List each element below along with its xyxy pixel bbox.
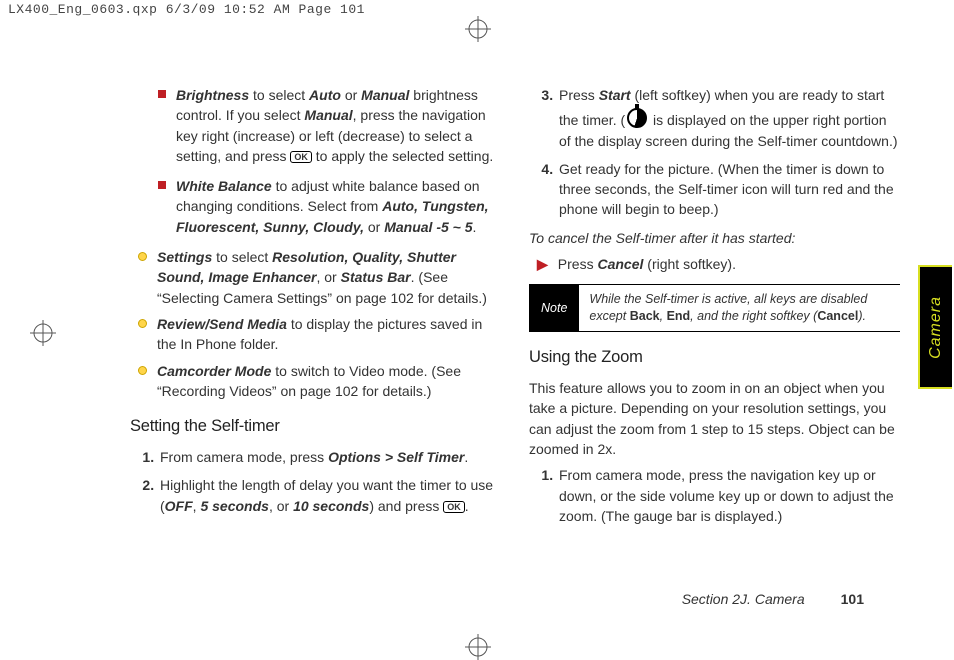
footer-section: Section 2J. Camera [682,591,805,607]
step-4: Get ready for the picture. (When the tim… [557,159,900,220]
term: White Balance [176,178,272,194]
text: . [464,449,468,465]
term: OFF [165,498,193,514]
zoom-paragraph: This feature allows you to zoom in on an… [529,378,900,459]
sub-bullet-brightness: Brightness to select Auto or Manual brig… [130,85,501,166]
ok-key-icon: OK [443,501,465,513]
crop-mark-left-icon [30,320,56,346]
right-column: Press Start (left softkey) when you are … [529,85,900,534]
crop-mark-top-icon [465,16,491,42]
term: Status Bar [341,269,411,285]
zoom-step-1: From camera mode, press the navigation k… [557,465,900,526]
side-tab-label: Camera [927,296,945,359]
left-column: Brightness to select Auto or Manual brig… [130,85,501,534]
bullet-settings: Settings to select Resolution, Quality, … [130,247,501,308]
page-footer: Section 2J. Camera 101 [682,591,864,607]
footer-page-number: 101 [841,591,864,607]
term: Options > Self Timer [328,449,464,465]
text: , and the right softkey ( [690,309,817,323]
note-text: While the Self-timer is active, all keys… [579,284,900,332]
term: Auto [309,87,341,103]
note-box: Note While the Self-timer is active, all… [529,284,900,332]
term: Camcorder Mode [157,363,271,379]
text: or [364,219,384,235]
term: Settings [157,249,212,265]
text: , or [316,269,340,285]
key: Back [630,309,660,323]
step-2: Highlight the length of delay you want t… [158,475,501,516]
zoom-steps: From camera mode, press the navigation k… [539,465,900,526]
text: , [660,309,667,323]
bullet-review-send: Review/Send Media to display the picture… [130,314,501,355]
crop-mark-bottom-icon [465,634,491,660]
text: to select [249,87,309,103]
step-1: From camera mode, press Options > Self T… [158,447,501,467]
cancel-step: ▶ Press Cancel (right softkey). [529,254,900,274]
text: . [465,498,469,514]
note-label: Note [529,284,579,332]
square-bullet-icon [158,181,166,189]
heading-zoom: Using the Zoom [529,346,900,370]
text: . [473,219,477,235]
press-header: LX400_Eng_0603.qxp 6/3/09 10:52 AM Page … [8,2,365,17]
term: Start [599,87,631,103]
text: or [341,87,361,103]
text: Press [558,256,598,272]
self-timer-steps-cont: Press Start (left softkey) when you are … [539,85,900,220]
key: Cancel [817,309,858,323]
square-bullet-icon [158,90,166,98]
text: to apply the selected setting. [312,148,493,164]
dot-bullet-icon [138,366,147,375]
heading-self-timer: Setting the Self-timer [130,415,501,439]
side-tab-camera: Camera [918,265,952,389]
term: Review/Send Media [157,316,287,332]
text: ). [858,309,866,323]
term: Manual [304,107,352,123]
ok-key-icon: OK [290,151,312,163]
text: ) and press [369,498,443,514]
sub-bullet-white-balance: White Balance to adjust white balance ba… [130,176,501,237]
self-timer-icon [627,108,647,128]
text: , or [269,498,293,514]
dot-bullet-icon [138,319,147,328]
term: Manual -5 ~ 5 [384,219,472,235]
text: Press [559,87,599,103]
cancel-heading: To cancel the Self-timer after it has st… [529,230,795,246]
dot-bullet-icon [138,252,147,261]
step-3: Press Start (left softkey) when you are … [557,85,900,151]
page-body: Brightness to select Auto or Manual brig… [130,85,900,534]
text: (right softkey). [643,256,736,272]
term: Manual [361,87,409,103]
self-timer-steps: From camera mode, press Options > Self T… [140,447,501,516]
term: 10 seconds [293,498,369,514]
key: End [667,309,691,323]
text: to select [212,249,272,265]
text: From camera mode, press [160,449,328,465]
arrow-icon: ▶ [537,254,548,274]
term: Cancel [597,256,643,272]
bullet-camcorder-mode: Camcorder Mode to switch to Video mode. … [130,361,501,402]
term: Brightness [176,87,249,103]
term: 5 seconds [200,498,268,514]
